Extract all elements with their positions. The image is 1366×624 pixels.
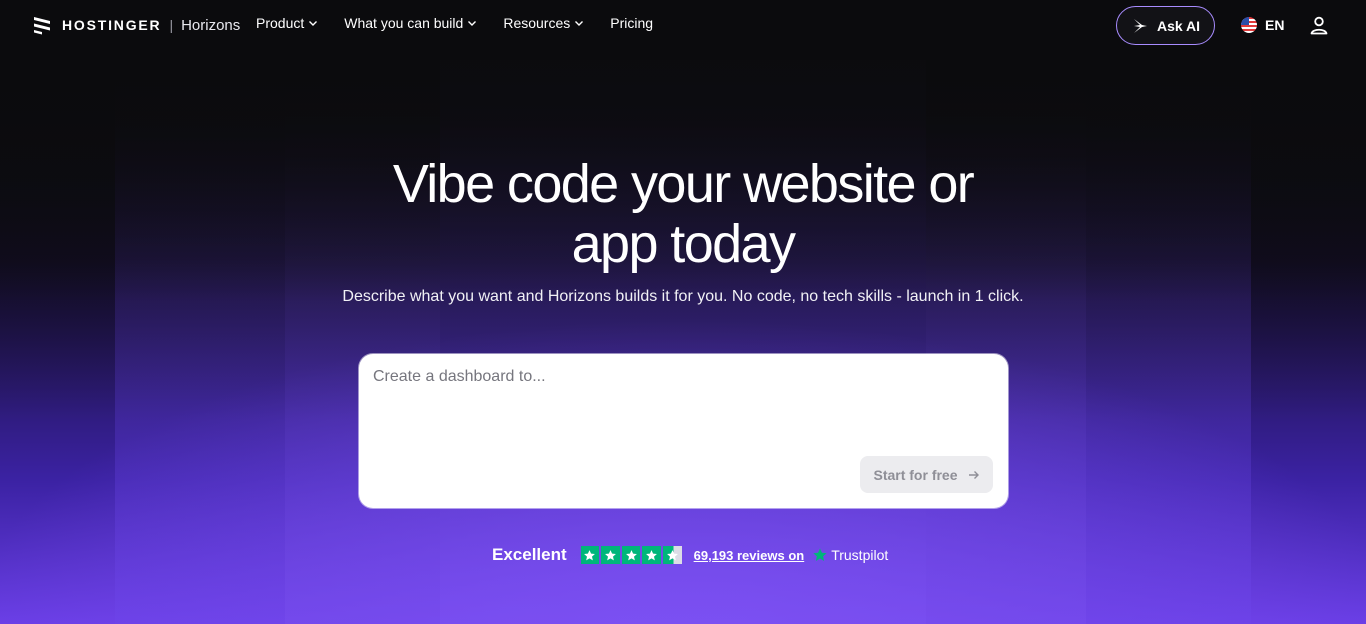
chevron-down-icon [575,21,584,26]
logo[interactable]: HOSTINGER | Horizons [32,14,240,36]
chevron-down-icon [468,21,477,26]
half-star-icon [663,546,682,564]
reviews-link[interactable]: 69,193 reviews on [694,548,805,563]
chevron-down-icon [309,21,318,26]
start-button-label: Start for free [873,466,958,483]
hostinger-logo-icon [34,17,50,35]
main-menu: Product What you can build Resources Pri… [256,15,653,31]
logo-brand: HOSTINGER [62,17,162,33]
menu-item-pricing[interactable]: Pricing [610,15,653,31]
hero-subheadline: Describe what you want and Horizons buil… [342,288,1024,305]
prompt-box: Start for free [359,354,1008,508]
logo-separator: | [169,17,174,33]
menu-item-label: Product [256,15,305,31]
language-selector[interactable]: EN [1241,17,1284,33]
sparkle-icon [1133,18,1147,33]
user-account-icon[interactable] [1309,15,1329,35]
arrow-right-icon [968,470,979,479]
prompt-input[interactable] [373,368,993,448]
trustpilot-star-icon [813,548,827,561]
menu-item-resources[interactable]: Resources [503,15,584,31]
star-icon [580,546,600,564]
rating-label: Excellent [492,545,567,564]
rating-stars [580,546,682,564]
menu-item-label: Pricing [610,15,654,31]
star-icon [601,546,620,564]
star-icon [642,546,662,564]
headline-line-2: app today [571,214,796,274]
start-for-free-button[interactable]: Start for free [860,456,993,493]
logo-product: Horizons [181,16,241,34]
ask-ai-label: Ask AI [1156,17,1201,34]
us-flag-icon [1241,17,1257,33]
trustpilot-rating: Excellent 69,193 reviews on Trustpilot [492,544,888,566]
menu-item-label: Resources [503,15,571,31]
star-icon [621,546,641,564]
hero-headline: Vibe code your website or app today [283,154,1083,274]
menu-item-label: What you can build [344,15,464,31]
menu-item-what-you-can-build[interactable]: What you can build [344,15,477,31]
top-navigation: HOSTINGER | Horizons Product What you ca… [0,0,1366,50]
menu-item-product[interactable]: Product [256,15,318,31]
language-label: EN [1265,17,1285,33]
ask-ai-button[interactable]: Ask AI [1116,6,1215,45]
trustpilot-name: Trustpilot [831,547,889,563]
hero-background [0,0,1366,624]
headline-line-1: Vibe code your website or [392,154,975,214]
